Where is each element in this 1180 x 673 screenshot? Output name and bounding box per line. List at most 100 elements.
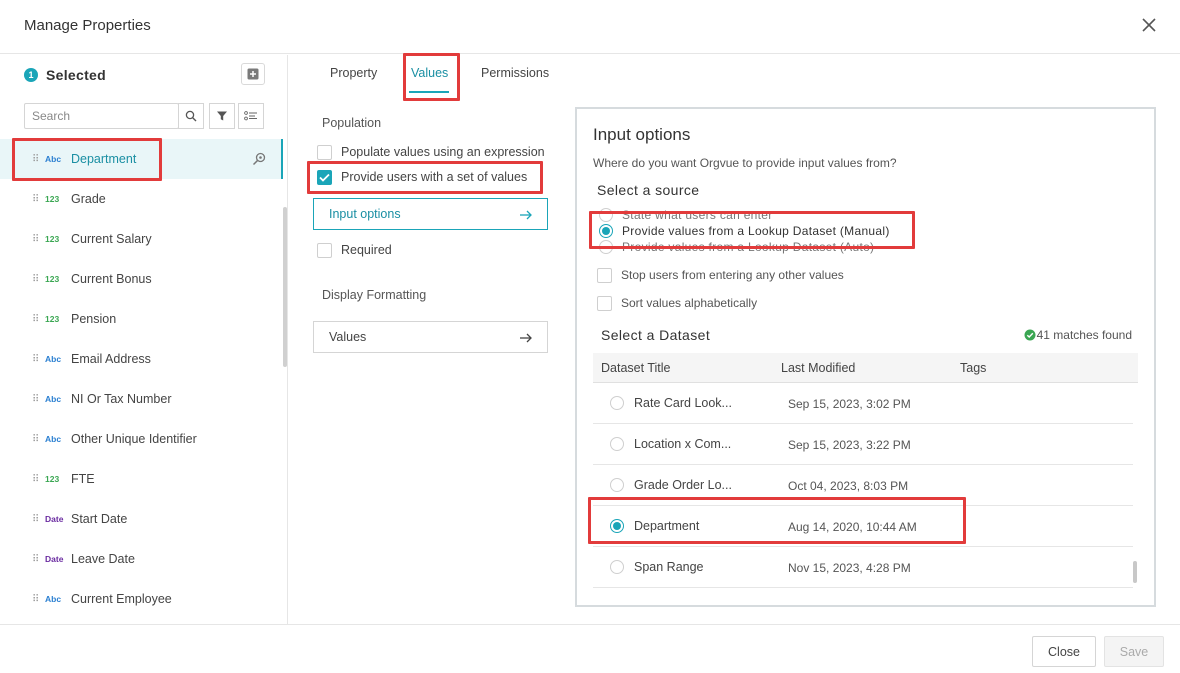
- property-list-item[interactable]: ⠿ Abc Email Address: [0, 339, 282, 379]
- source-label: State what users can enter: [622, 208, 773, 222]
- search-button[interactable]: [178, 103, 204, 129]
- drag-handle-icon[interactable]: ⠿: [32, 274, 40, 285]
- dataset-radio[interactable]: [610, 478, 624, 492]
- options-button[interactable]: [238, 103, 264, 129]
- property-type-badge: 123: [45, 314, 60, 324]
- filter-icon: [217, 111, 227, 121]
- provide-set-option[interactable]: Provide users with a set of values: [317, 168, 527, 186]
- drag-handle-icon[interactable]: ⠿: [32, 594, 40, 605]
- property-list: ⠿ Abc Department ⠿ 123 Grade ⠿ 123 Current Salar…: [0, 139, 282, 619]
- search-icon: [185, 110, 197, 122]
- dataset-last-modified: Oct 04, 2023, 8:03 PM: [788, 479, 909, 493]
- dataset-row[interactable]: Rate Card Look... Sep 15, 2023, 3:02 PM: [593, 383, 1133, 424]
- drag-handle-icon[interactable]: ⠿: [32, 554, 40, 565]
- close-icon[interactable]: [1138, 14, 1160, 36]
- dataset-radio[interactable]: [610, 560, 624, 574]
- source-option-state[interactable]: State what users can enter: [599, 207, 773, 223]
- property-list-item[interactable]: ⠿ Date Leave Date: [0, 539, 282, 579]
- property-list-item[interactable]: ⠿ 123 Grade: [0, 179, 282, 219]
- source-radio[interactable]: [599, 208, 613, 222]
- property-list-item[interactable]: ⠿ Abc NI Or Tax Number: [0, 379, 282, 419]
- required-option[interactable]: Required: [317, 241, 392, 259]
- property-type-badge: Abc: [45, 434, 62, 444]
- provide-set-checkbox[interactable]: [317, 169, 332, 185]
- dialog-header: Manage Properties: [0, 0, 1180, 54]
- drag-handle-icon[interactable]: ⠿: [32, 474, 40, 485]
- column-last-modified: Last Modified: [781, 361, 856, 375]
- drag-handle-icon[interactable]: ⠿: [32, 394, 40, 405]
- source-radio[interactable]: [599, 240, 613, 254]
- sort-alpha-label: Sort values alphabetically: [621, 296, 758, 310]
- inspect-icon[interactable]: [251, 151, 267, 167]
- close-button[interactable]: Close: [1032, 636, 1096, 667]
- property-list-item[interactable]: ⠿ Abc Other Unique Identifier: [0, 419, 282, 459]
- dataset-radio[interactable]: [610, 437, 624, 451]
- dataset-row[interactable]: Grade Order Lo... Oct 04, 2023, 8:03 PM: [593, 465, 1133, 506]
- values-format-button[interactable]: Values: [313, 321, 548, 353]
- dataset-row[interactable]: Span Range Nov 15, 2023, 4:28 PM: [593, 547, 1133, 588]
- search-field[interactable]: [24, 103, 179, 129]
- check-circle-icon: [1024, 329, 1036, 341]
- dataset-title: Grade Order Lo...: [634, 478, 732, 492]
- property-list-item[interactable]: ⠿ Abc Current Employee: [0, 579, 282, 619]
- active-tab-underline: [409, 91, 449, 93]
- dataset-row[interactable]: Department Aug 14, 2020, 10:44 AM: [593, 506, 1133, 547]
- dataset-radio[interactable]: [610, 396, 624, 410]
- property-name: FTE: [71, 472, 95, 486]
- save-button[interactable]: Save: [1104, 636, 1164, 667]
- property-name: Department: [71, 152, 137, 166]
- populate-expression-option[interactable]: Populate values using an expression: [317, 143, 545, 161]
- tab-values[interactable]: Values: [411, 66, 448, 80]
- dataset-row[interactable]: Location x Com... Sep 15, 2023, 3:22 PM: [593, 424, 1133, 465]
- property-list-scrollbar[interactable]: [283, 207, 287, 367]
- drag-handle-icon[interactable]: ⠿: [32, 514, 40, 525]
- tab-property[interactable]: Property: [330, 66, 377, 80]
- input-options-subtitle: Where do you want Orgvue to provide inpu…: [593, 156, 897, 170]
- property-name: Current Employee: [71, 592, 172, 606]
- manage-properties-dialog: Manage Properties 1 Selected Search ⠿ Ab…: [0, 0, 1180, 673]
- property-list-item[interactable]: ⠿ 123 FTE: [0, 459, 282, 499]
- property-list-item[interactable]: ⠿ Date Start Date: [0, 499, 282, 539]
- source-option-lookup-auto[interactable]: Provide values from a Lookup Dataset (Au…: [599, 239, 874, 255]
- drag-handle-icon[interactable]: ⠿: [32, 314, 40, 325]
- dataset-title: Department: [634, 519, 700, 533]
- dataset-last-modified: Sep 15, 2023, 3:02 PM: [788, 397, 911, 411]
- source-option-lookup-manual[interactable]: Provide values from a Lookup Dataset (Ma…: [599, 223, 890, 239]
- drag-handle-icon[interactable]: ⠿: [32, 194, 40, 205]
- input-options-button[interactable]: Input options: [313, 198, 548, 230]
- stop-users-checkbox[interactable]: [597, 267, 612, 283]
- values-format-label: Values: [329, 330, 367, 344]
- property-type-badge: 123: [45, 474, 60, 484]
- stop-users-label: Stop users from entering any other value…: [621, 268, 844, 282]
- source-label: Provide values from a Lookup Dataset (Ma…: [622, 224, 890, 238]
- required-checkbox[interactable]: [317, 242, 332, 258]
- tab-permissions[interactable]: Permissions: [481, 66, 549, 80]
- filter-button[interactable]: [209, 103, 235, 129]
- sort-alpha-option[interactable]: Sort values alphabetically: [597, 295, 757, 311]
- drag-handle-icon[interactable]: ⠿: [32, 354, 40, 365]
- plus-square-icon: [247, 68, 259, 80]
- drag-handle-icon[interactable]: ⠿: [32, 154, 40, 165]
- drag-handle-icon[interactable]: ⠿: [32, 234, 40, 245]
- stop-users-option[interactable]: Stop users from entering any other value…: [597, 267, 844, 283]
- dialog-footer: Close Save: [0, 624, 1180, 673]
- property-list-item[interactable]: ⠿ 123 Pension: [0, 299, 282, 339]
- property-type-badge: Abc: [45, 154, 62, 164]
- property-list-item[interactable]: ⠿ Abc Department: [0, 139, 282, 179]
- property-name: Start Date: [71, 512, 128, 526]
- provide-set-label: Provide users with a set of values: [341, 170, 528, 184]
- column-dataset-title: Dataset Title: [601, 361, 671, 375]
- add-property-button[interactable]: [241, 63, 265, 85]
- source-radio[interactable]: [599, 224, 613, 238]
- sort-alpha-checkbox[interactable]: [597, 295, 612, 311]
- property-list-item[interactable]: ⠿ 123 Current Bonus: [0, 259, 282, 299]
- dialog-title: Manage Properties: [24, 17, 151, 34]
- property-name: NI Or Tax Number: [71, 392, 172, 406]
- property-list-item[interactable]: ⠿ 123 Current Salary: [0, 219, 282, 259]
- populate-expression-checkbox[interactable]: [317, 144, 332, 160]
- search-input[interactable]: [25, 104, 178, 128]
- dataset-table-scrollbar[interactable]: [1133, 561, 1137, 583]
- drag-handle-icon[interactable]: ⠿: [32, 434, 40, 445]
- property-name: Current Salary: [71, 232, 152, 246]
- dataset-radio[interactable]: [610, 519, 624, 533]
